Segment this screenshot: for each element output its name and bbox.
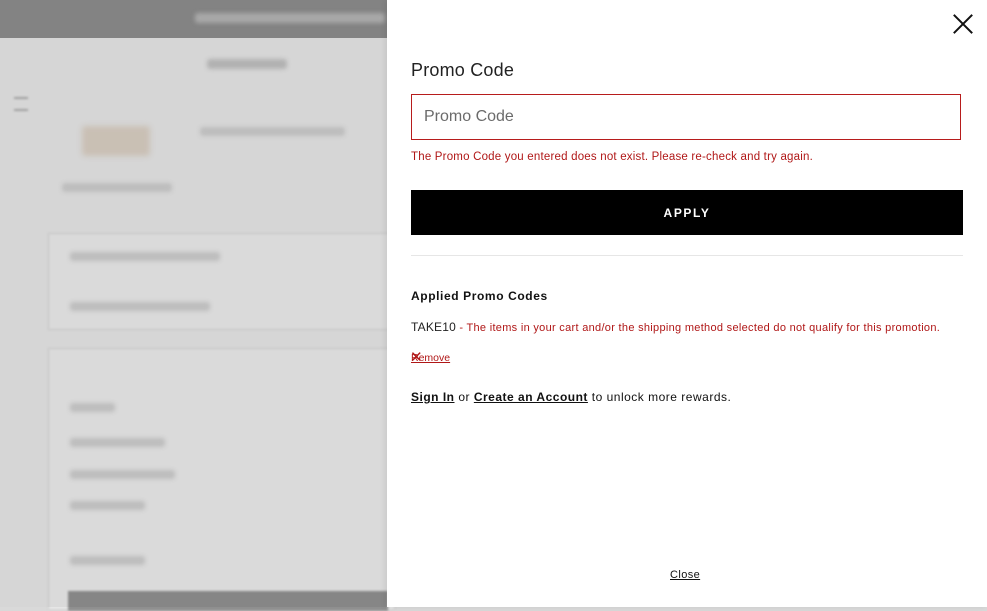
- account-prompt: Sign In or Create an Account to unlock m…: [411, 390, 731, 404]
- applied-code-message: The items in your cart and/or the shippi…: [466, 322, 941, 334]
- account-or-text: or: [454, 390, 474, 404]
- promo-error-message: The Promo Code you entered does not exis…: [411, 151, 813, 163]
- applied-codes-heading: Applied Promo Codes: [411, 289, 548, 303]
- sign-in-link[interactable]: Sign In: [411, 390, 455, 404]
- promo-code-drawer: Promo Code The Promo Code you entered do…: [387, 0, 987, 607]
- account-suffix-text: to unlock more rewards.: [587, 390, 732, 404]
- applied-code: TAKE10: [411, 320, 456, 334]
- remove-x-icon: ✕: [410, 349, 423, 366]
- applied-code-row: TAKE10 - The items in your cart and/or t…: [411, 320, 941, 336]
- drawer-title: Promo Code: [411, 60, 515, 80]
- apply-button[interactable]: APPLY: [411, 190, 963, 235]
- divider: [411, 255, 963, 256]
- promo-code-input[interactable]: [411, 94, 961, 140]
- close-link[interactable]: Close: [670, 569, 700, 581]
- create-account-link[interactable]: Create an Account: [474, 390, 588, 404]
- close-icon[interactable]: [952, 13, 974, 35]
- applied-code-separator: -: [456, 322, 467, 334]
- remove-code-link[interactable]: ✕ Remove: [410, 349, 450, 366]
